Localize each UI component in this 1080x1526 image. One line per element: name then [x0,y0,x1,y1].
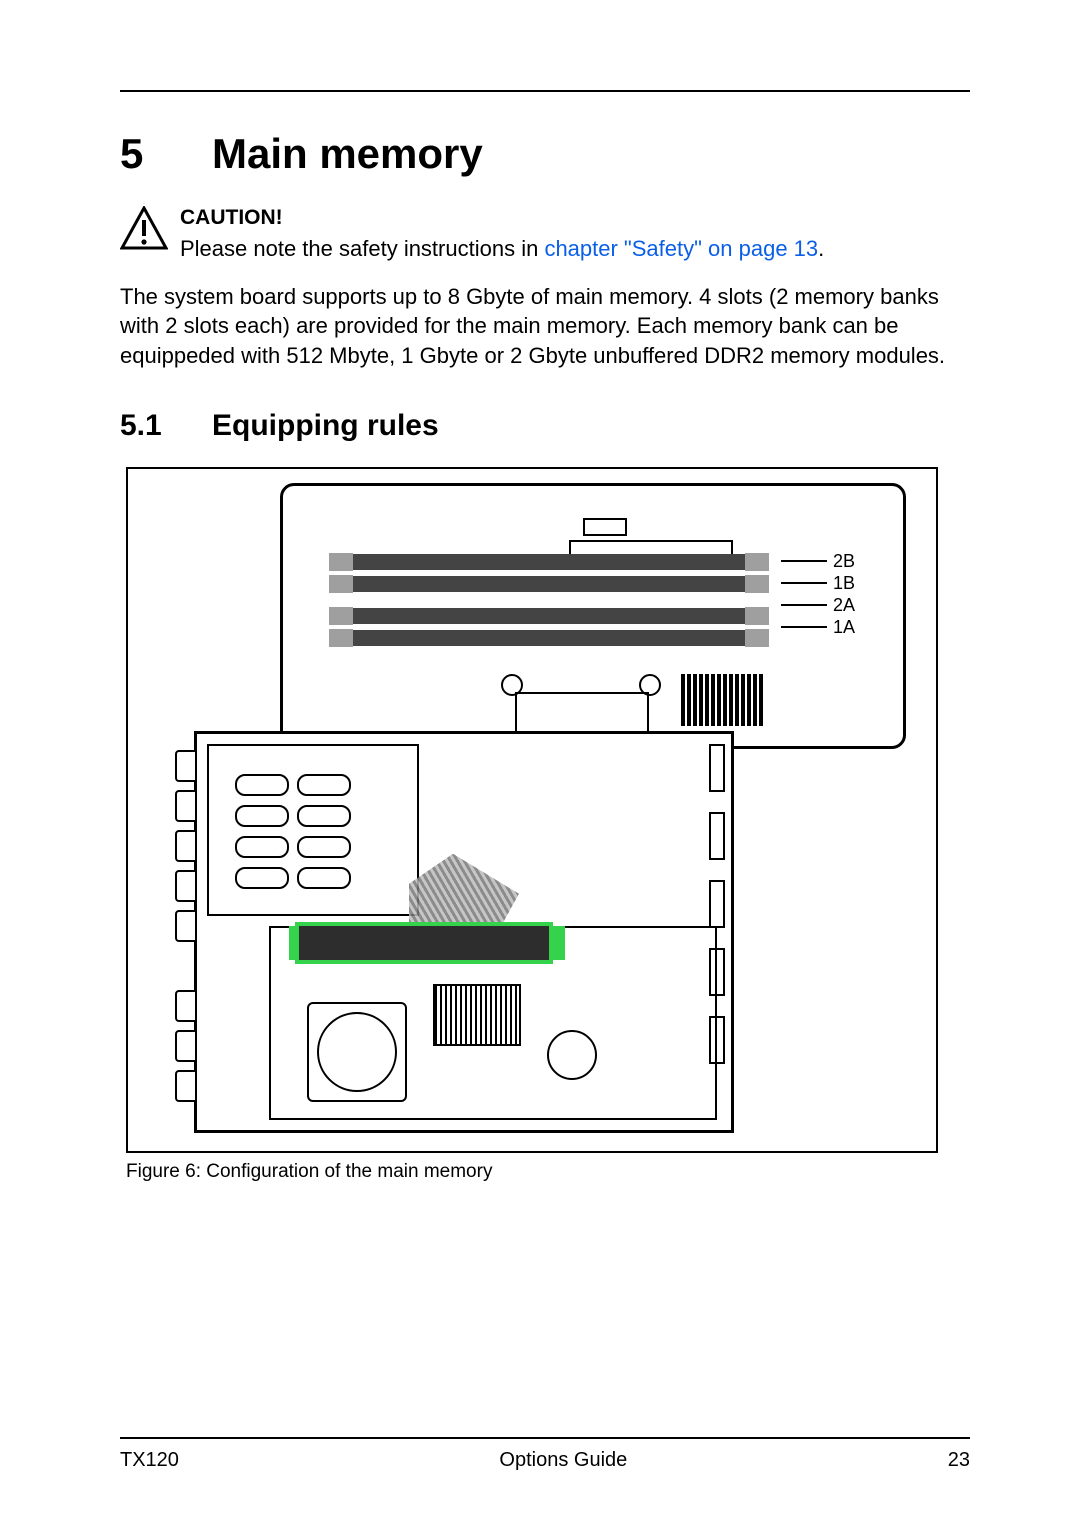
header-rule [120,90,970,92]
board-connector-icon [583,518,743,528]
memory-slots-icon [333,554,765,652]
slot-label-2b: 2B [833,550,855,572]
footer-rule [120,1437,970,1439]
caution-text-prefix: Please note the safety instructions in [180,236,544,261]
caution-link[interactable]: chapter "Safety" on page 13 [544,236,818,261]
footer-page-number: 23 [948,1449,970,1472]
chapter-title: Main memory [212,130,483,178]
body-paragraph: The system board supports up to 8 Gbyte … [120,282,970,371]
chipset-heatsink-icon [433,984,521,1046]
caution-text-suffix: . [818,236,824,261]
footer-doc-title: Options Guide [499,1449,627,1472]
slot-labels: 2B 1B 2A 1A [781,550,855,638]
installed-ram-highlight-icon [299,926,549,960]
footer-model: TX120 [120,1449,179,1472]
slot-label-1a: 1A [833,616,855,638]
chassis-icon [194,731,734,1133]
fan-icon [307,1002,407,1102]
slot-label-2a: 2A [833,594,855,616]
heatsink-icon [681,674,777,726]
page-footer: TX120 Options Guide 23 [120,1437,970,1472]
section-number: 5.1 [120,409,212,443]
chapter-heading: 5 Main memory [120,130,970,178]
caution-block: CAUTION! Please note the safety instruct… [120,206,970,264]
psu-icon [207,744,419,916]
section-title: Equipping rules [212,409,439,443]
diagram-zoom-panel: 2B 1B 2A 1A [280,483,906,749]
ram-clip-icon [551,926,565,960]
caution-text: Please note the safety instructions in c… [180,234,970,264]
io-slots-icon [709,744,727,1114]
figure-caption: Figure 6: Configuration of the main memo… [126,1161,970,1183]
chapter-number: 5 [120,130,212,178]
section-heading: 5.1 Equipping rules [120,409,970,443]
caution-label: CAUTION! [180,206,970,230]
battery-icon [547,1030,597,1080]
drive-bay-tabs-icon [175,750,197,1110]
slot-label-1b: 1B [833,572,855,594]
caution-icon [120,206,168,255]
figure-diagram: 2B 1B 2A 1A [126,467,938,1153]
